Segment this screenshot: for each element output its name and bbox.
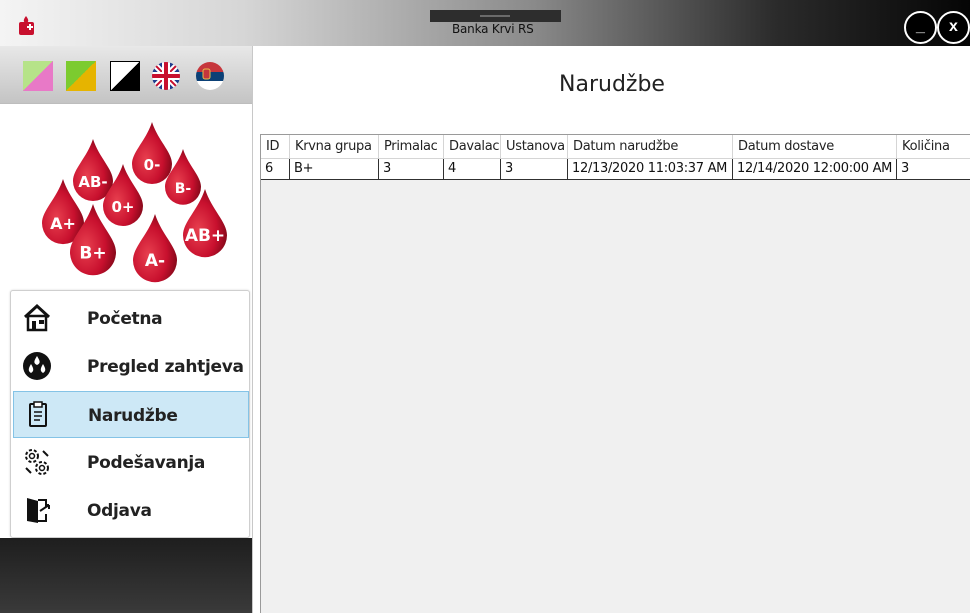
blood-type-label: 0+ — [111, 198, 134, 216]
column-header[interactable]: Datum narudžbe — [568, 135, 733, 159]
sidebar-item-label: Narudžbe — [88, 406, 178, 426]
table-cell[interactable]: 3 — [897, 159, 970, 180]
theme-pink-green-swatch[interactable] — [23, 61, 53, 91]
logout-door-icon — [27, 498, 50, 523]
window-title: Banka Krvi RS — [452, 22, 534, 36]
table-cell[interactable]: 4 — [444, 159, 501, 180]
column-header[interactable]: Primalac — [379, 135, 444, 159]
blood-drop-aneg: A- — [133, 214, 177, 283]
sidebar-item-pocetna[interactable]: Početna — [13, 295, 249, 342]
sidebar: AB- 0- B- A+ 0+ AB+ B+ A- Početna Pregled zahtj… — [0, 46, 252, 613]
column-header[interactable]: Količina — [897, 135, 970, 159]
sidebar-item-pregled-zahtjeva[interactable]: Pregled zahtjeva — [13, 343, 249, 390]
blood-type-label: 0- — [144, 156, 161, 174]
theme-language-bar — [0, 46, 252, 104]
orders-table[interactable]: ID Krvna grupa Primalac Davalac Ustanova Datu… — [260, 134, 970, 613]
flag-serbia-icon[interactable] — [196, 62, 224, 90]
blood-type-label: AB+ — [185, 226, 225, 246]
sidebar-nav: Početna Pregled zahtjeva Narudžbe Podeša… — [10, 290, 250, 538]
flag-uk-icon[interactable] — [152, 62, 180, 90]
blood-type-label: B- — [175, 181, 192, 197]
close-button[interactable]: x — [937, 11, 970, 44]
page-title: Narudžbe — [559, 72, 665, 97]
table-cell[interactable]: 3 — [379, 159, 444, 180]
column-header[interactable]: Datum dostave — [733, 135, 897, 159]
column-header[interactable]: Krvna grupa — [290, 135, 379, 159]
table-row[interactable]: 6 B+ 3 4 3 12/13/2020 11:03:37 AM 12/14/2020 1… — [261, 159, 970, 180]
main-content: ID Krvna grupa Primalac Davalac Ustanova Datu… — [252, 122, 970, 613]
settings-gears-icon — [25, 449, 49, 475]
table-cell[interactable]: 12/13/2020 11:03:37 AM — [568, 159, 733, 180]
sidebar-item-label: Početna — [87, 309, 163, 329]
blood-type-label: A- — [145, 251, 165, 271]
minimize-button[interactable]: _ — [904, 11, 937, 44]
table-cell[interactable]: 3 — [501, 159, 568, 180]
clipboard-icon — [29, 401, 47, 427]
main-header: Narudžbe — [252, 46, 970, 122]
blood-drop-abneg: AB- — [73, 139, 113, 201]
sidebar-footer — [0, 538, 252, 613]
blood-type-label: A+ — [50, 214, 76, 233]
column-header[interactable]: Davalac — [444, 135, 501, 159]
sidebar-item-odjava[interactable]: Odjava — [13, 487, 249, 534]
sidebar-item-podesavanja[interactable]: Podešavanja — [13, 439, 249, 486]
blood-drop-0neg: 0- — [132, 122, 172, 184]
theme-green-yellow-swatch[interactable] — [66, 61, 96, 91]
table-header: ID Krvna grupa Primalac Davalac Ustanova Datu… — [261, 135, 970, 159]
title-tab — [430, 10, 561, 22]
column-header[interactable]: ID — [261, 135, 290, 159]
theme-black-white-swatch[interactable] — [110, 61, 140, 91]
table-cell[interactable]: B+ — [290, 159, 379, 180]
home-icon — [23, 303, 51, 332]
blood-drops-icon — [23, 352, 51, 380]
table-cell[interactable]: 12/14/2020 12:00:00 AM — [733, 159, 897, 180]
column-header[interactable]: Ustanova — [501, 135, 568, 159]
table-cell[interactable]: 6 — [261, 159, 290, 180]
sidebar-item-label: Odjava — [87, 501, 152, 521]
sidebar-item-label: Pregled zahtjeva — [87, 357, 244, 377]
sidebar-item-narudzbe[interactable]: Narudžbe — [13, 391, 249, 438]
app-logo-icon — [19, 16, 34, 35]
blood-type-label: B+ — [79, 243, 106, 263]
title-bar[interactable]: Banka Krvi RS _ x — [0, 0, 970, 46]
sidebar-item-label: Podešavanja — [87, 453, 206, 473]
blood-type-label: AB- — [78, 173, 107, 191]
